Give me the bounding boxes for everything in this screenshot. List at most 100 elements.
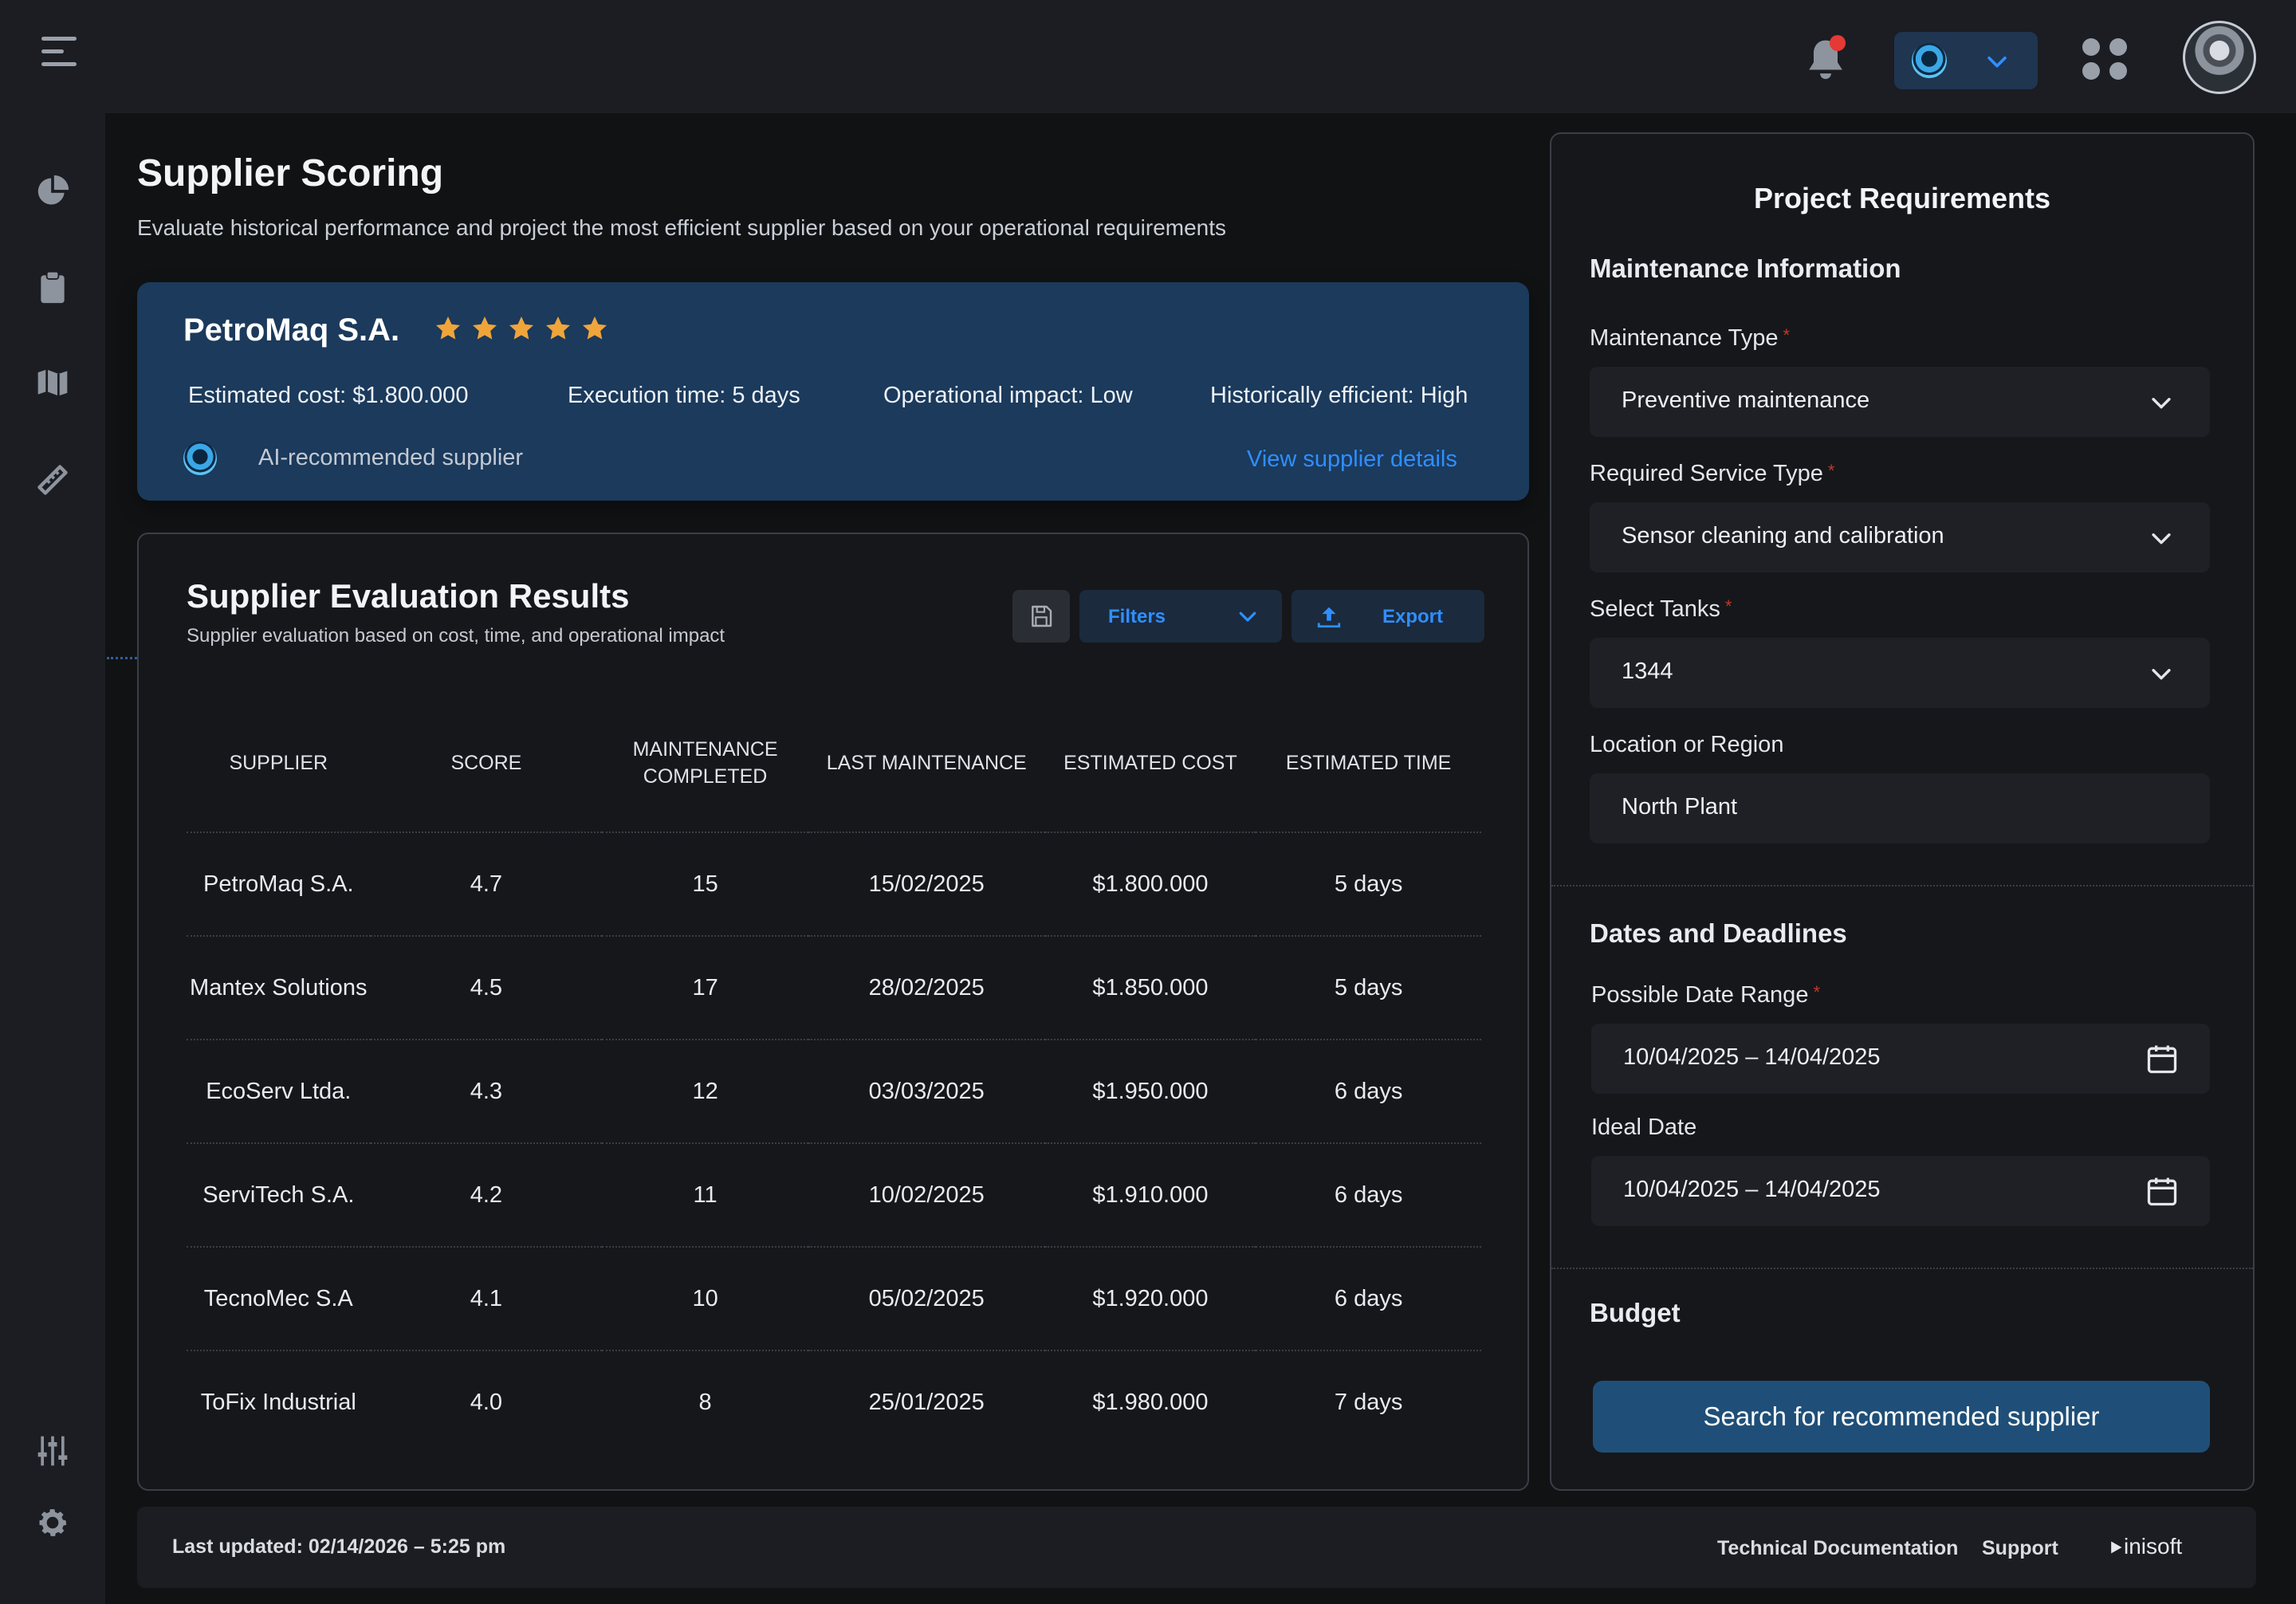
table-row[interactable]: Mantex Solutions 4.5 17 28/02/2025 $1.850.00… — [187, 936, 1481, 1040]
column-header[interactable]: LAST MAINTENANCE — [808, 694, 1045, 833]
star-icon — [473, 316, 497, 340]
table-cell: 15 — [602, 832, 808, 937]
grid-icon[interactable] — [2081, 37, 2129, 81]
export-label: Export — [1382, 606, 1444, 627]
maintenance-type-select[interactable]: Preventive maintenance — [1590, 367, 2210, 437]
upload-icon — [1317, 607, 1341, 628]
view-supplier-details-link[interactable]: View supplier details — [1247, 446, 1457, 473]
star-icon — [583, 316, 607, 340]
service-type-select[interactable]: Sensor cleaning and calibration — [1590, 502, 2210, 572]
calendar-icon — [2147, 1177, 2177, 1206]
ideal-date-input[interactable]: 10/04/2025 – 14/04/2025 — [1591, 1156, 2210, 1226]
hamburger-icon[interactable] — [41, 37, 78, 73]
table-cell: 25/01/2025 — [868, 1390, 985, 1415]
results-subtitle: Supplier evaluation based on cost, time,… — [187, 625, 725, 647]
table-cell: ToFix Industrial — [200, 1390, 356, 1415]
table-row[interactable]: PetroMaq S.A. 4.7 15 15/02/2025 $1.800.000 5 … — [187, 832, 1481, 937]
page-title: Supplier Scoring — [137, 152, 444, 195]
save-button[interactable] — [1012, 590, 1070, 643]
table-cell: 12 — [602, 1040, 808, 1144]
table-cell: 03/03/2025 — [808, 1040, 1045, 1144]
table-row[interactable]: ServiTech S.A. 4.2 11 10/02/2025 $1.910.000 6… — [187, 1143, 1481, 1248]
table-cell: 8 — [698, 1390, 712, 1415]
estimated-cost: Estimated cost: $1.800.000 — [188, 383, 469, 408]
pie-chart-icon[interactable] — [35, 174, 70, 209]
ai-orb-icon — [1912, 43, 1947, 78]
ideal-date-value: 10/04/2025 – 14/04/2025 — [1623, 1177, 1881, 1202]
table-cell: $1.910.000 — [1044, 1143, 1256, 1248]
chevron-down-icon — [2152, 533, 2171, 544]
table-cell: $1.850.000 — [1044, 936, 1256, 1040]
supplier-table: SUPPLIER SCORE MAINTENANCE COMPLETED LAST M… — [187, 694, 1481, 1454]
execution-time: Execution time: 5 days — [568, 383, 800, 408]
star-icon — [509, 316, 533, 340]
table-cell: 11 — [602, 1143, 808, 1248]
required-mark: * — [1813, 982, 1821, 1002]
star-icon — [546, 316, 570, 340]
table-cell: 4.1 — [370, 1247, 603, 1351]
column-header[interactable]: SCORE — [370, 694, 603, 833]
table-cell: 4.3 — [370, 1040, 603, 1144]
table-row[interactable]: ToFix Industrial 4.0 8 25/01/2025 $1.980.000… — [187, 1350, 1481, 1454]
dates-section-title: Dates and Deadlines — [1590, 918, 1847, 948]
gear-icon[interactable] — [35, 1505, 70, 1540]
notification-dot — [1830, 35, 1846, 51]
location-value: North Plant — [1622, 794, 1738, 820]
filters-dropdown[interactable]: Filters — [1079, 590, 1282, 643]
required-mark: * — [1827, 461, 1835, 481]
clipboard-icon[interactable] — [35, 269, 70, 305]
table-cell: 7 days — [1334, 1390, 1403, 1415]
tanks-select[interactable]: 1344 — [1590, 638, 2210, 708]
table-cell: ServiTech S.A. — [187, 1143, 371, 1248]
maintenance-section-title: Maintenance Information — [1590, 254, 1901, 283]
calendar-icon — [2147, 1045, 2177, 1074]
column-header[interactable]: MAINTENANCE COMPLETED — [602, 694, 808, 833]
star-icon — [436, 316, 460, 340]
ruler-icon[interactable] — [35, 462, 70, 497]
date-range-input[interactable]: 10/04/2025 – 14/04/2025 — [1591, 1024, 2210, 1094]
tanks-value: 1344 — [1622, 659, 1673, 684]
column-header[interactable]: ESTIMATED TIME — [1256, 694, 1481, 833]
table-cell: 6 days — [1256, 1247, 1481, 1351]
page-subtitle: Evaluate historical performance and proj… — [137, 215, 1227, 240]
table-cell: $1.800.000 — [1044, 832, 1256, 937]
table-cell: $1.980.000 — [1092, 1390, 1209, 1415]
filters-label: Filters — [1108, 606, 1166, 627]
required-mark: * — [1724, 596, 1732, 616]
service-type-label: Required Service Type * — [1590, 461, 1835, 486]
table-cell: 5 days — [1256, 936, 1481, 1040]
avatar[interactable] — [2183, 21, 2256, 94]
divider — [107, 657, 137, 659]
technical-documentation-link[interactable]: Technical Documentation — [1717, 1537, 1958, 1560]
play-icon — [2111, 1541, 2122, 1554]
table-cell: 6 days — [1256, 1143, 1481, 1248]
budget-section-title: Budget — [1590, 1298, 1681, 1327]
footer: Last updated: 02/14/2026 – 5:25 pm Techn… — [137, 1507, 2256, 1588]
ai-assistant-dropdown[interactable] — [1894, 32, 2038, 89]
ai-orb-icon — [183, 442, 217, 475]
results-title: Supplier Evaluation Results — [187, 577, 630, 615]
column-header[interactable]: ESTIMATED COST — [1044, 694, 1256, 833]
star-rating — [434, 314, 609, 343]
table-cell: 6 days — [1256, 1040, 1481, 1144]
service-type-value: Sensor cleaning and calibration — [1622, 523, 1944, 548]
date-range-value: 10/04/2025 – 14/04/2025 — [1623, 1044, 1881, 1070]
export-button[interactable]: Export — [1292, 590, 1484, 643]
sliders-icon[interactable] — [35, 1433, 70, 1468]
operational-impact: Operational impact: Low — [883, 383, 1133, 408]
table-row[interactable]: EcoServ Ltda. 4.3 12 03/03/2025 $1.950.000 6 … — [187, 1040, 1481, 1144]
date-range-label: Possible Date Range * — [1591, 982, 1821, 1008]
location-input[interactable]: North Plant — [1590, 773, 2210, 843]
historical-efficiency: Historically efficient: High — [1210, 383, 1468, 408]
map-icon[interactable] — [35, 365, 70, 400]
table-cell: $1.950.000 — [1044, 1040, 1256, 1144]
support-link[interactable]: Support — [1982, 1537, 2058, 1560]
tanks-label: Select Tanks * — [1590, 596, 1732, 622]
column-header[interactable]: SUPPLIER — [187, 694, 371, 833]
table-row[interactable]: TecnoMec S.A 4.1 10 05/02/2025 $1.920.000 6 d… — [187, 1247, 1481, 1351]
search-supplier-button[interactable]: Search for recommended supplier — [1593, 1381, 2210, 1453]
table-cell: 15/02/2025 — [808, 832, 1045, 937]
table-cell: 4.7 — [370, 832, 603, 937]
table-cell: 5 days — [1256, 832, 1481, 937]
section-divider — [1551, 1268, 2253, 1269]
